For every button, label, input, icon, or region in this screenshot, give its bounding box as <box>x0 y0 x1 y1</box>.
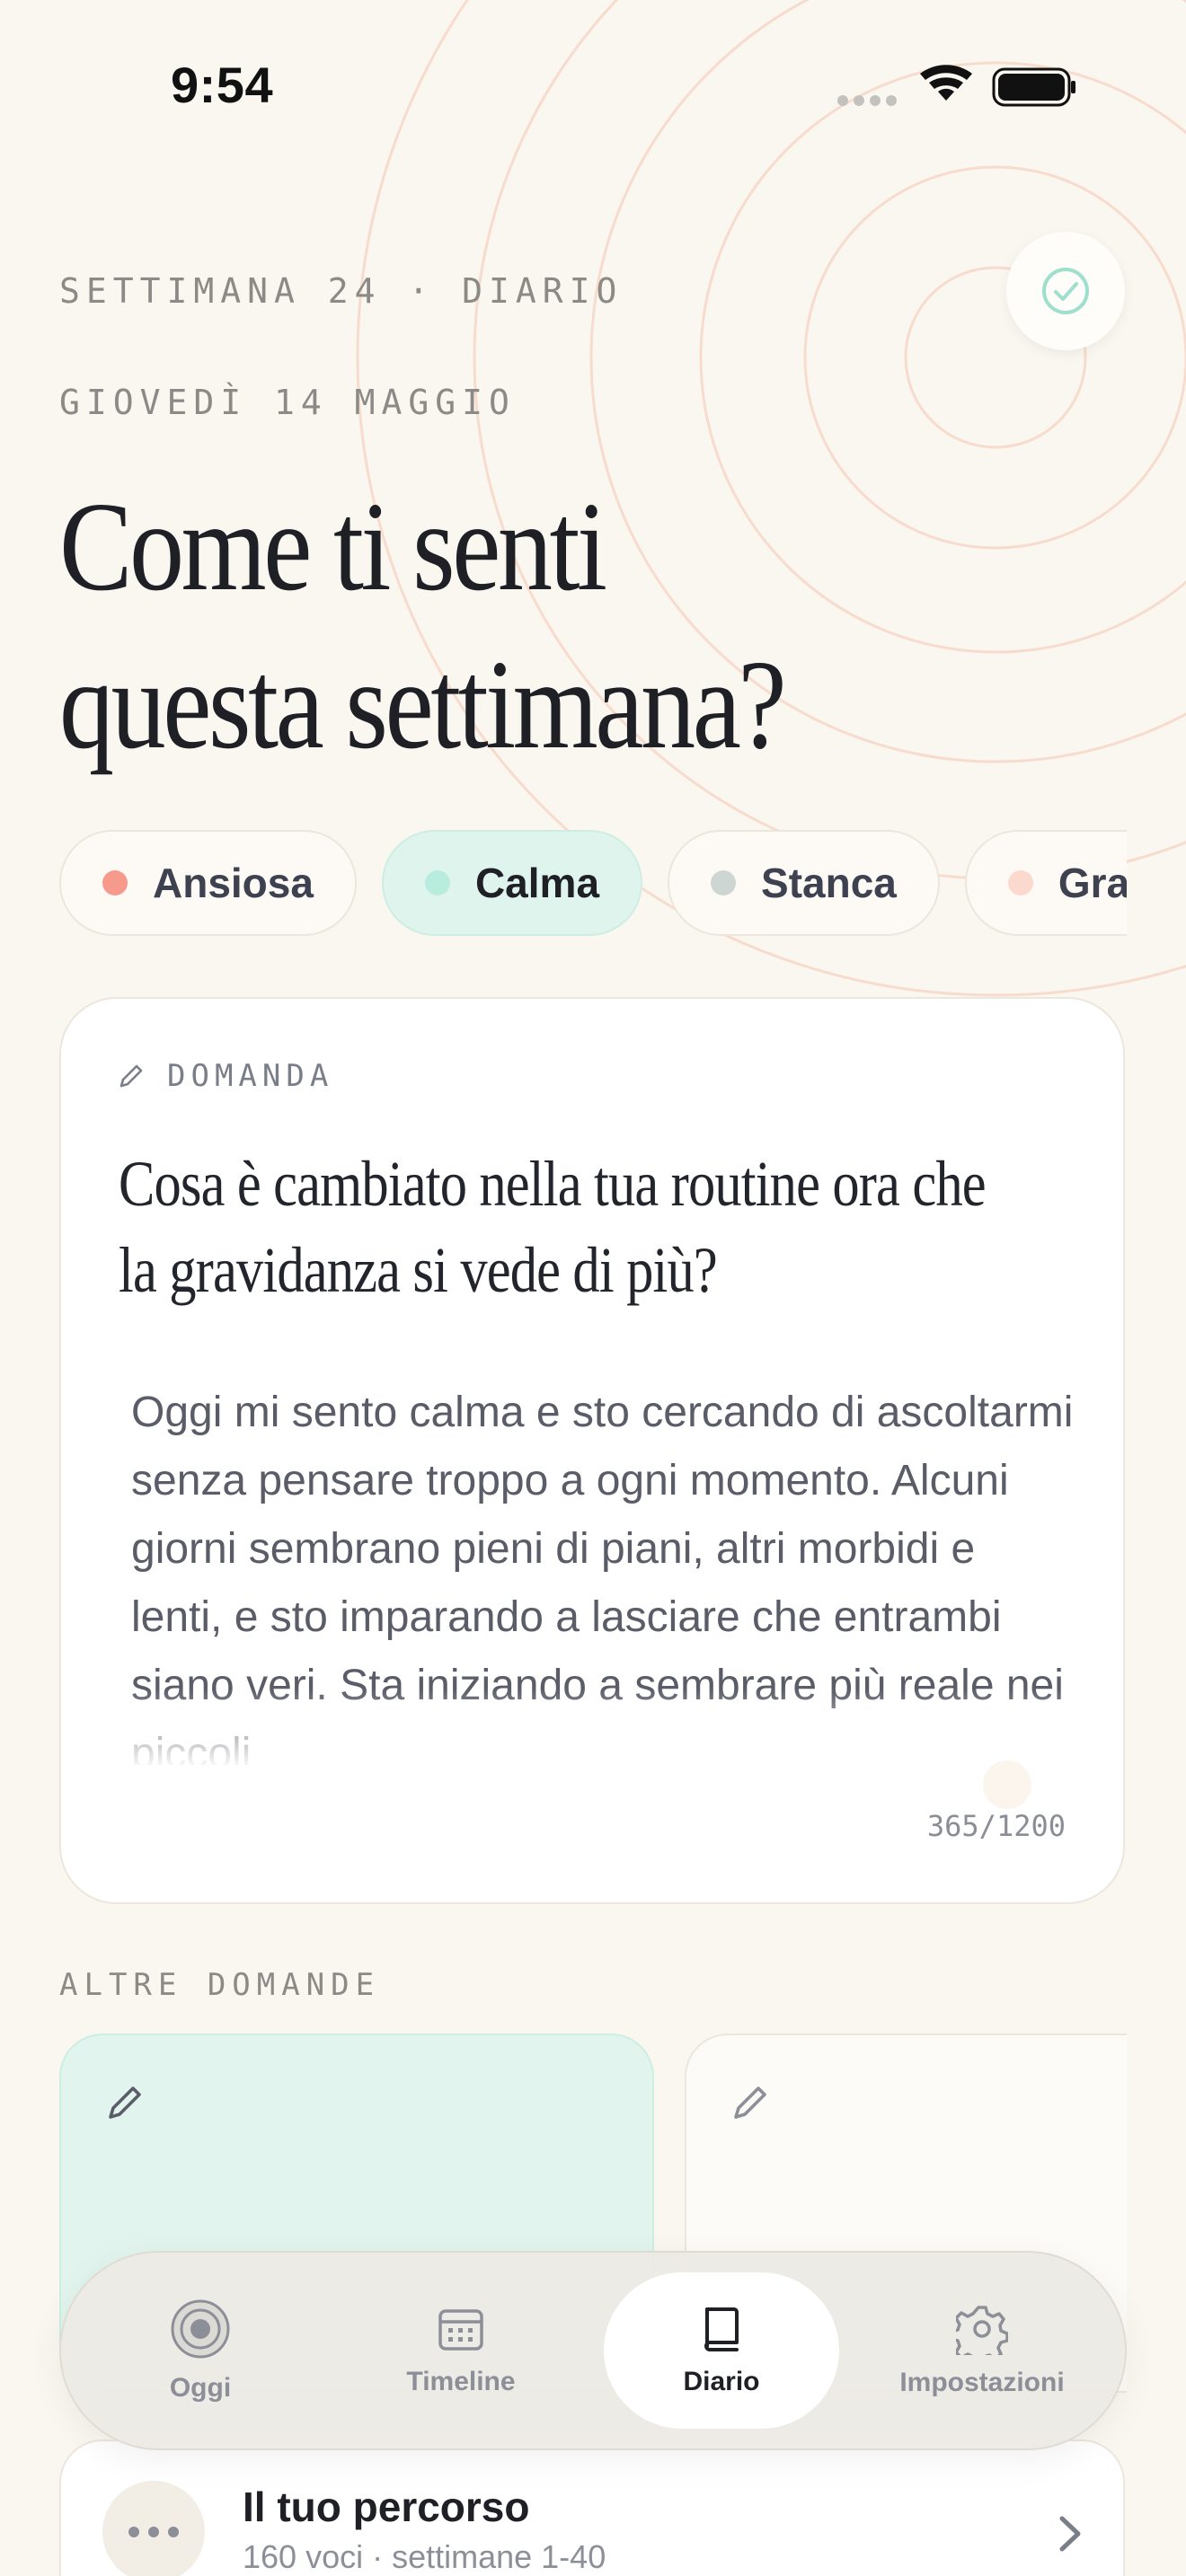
week-label: SETTIMANA 24 · DIARIO <box>59 271 624 311</box>
mood-chip-grat[interactable]: Grat <box>964 830 1127 936</box>
mood-chip-stanca[interactable]: Stanca <box>668 830 940 936</box>
wifi-icon <box>920 65 972 101</box>
status-icons <box>837 65 1075 107</box>
pencil-icon <box>734 2086 766 2119</box>
title-line-1: Come ti senti <box>59 475 607 617</box>
more-dots-icon <box>128 2527 179 2537</box>
mood-label: Ansiosa <box>153 860 314 906</box>
mood-label: Grat <box>1058 860 1127 906</box>
mood-chip-ansiosa[interactable]: Ansiosa <box>59 830 357 936</box>
calendar-icon <box>438 2309 483 2351</box>
date-label: GIOVEDÌ 14 MAGGIO <box>59 383 516 422</box>
cellular-signal-icon <box>837 95 897 106</box>
character-counter: 365/1200 <box>926 1809 1066 1843</box>
gear-icon <box>956 2306 1008 2355</box>
edge-clip <box>1127 1976 1186 2576</box>
status-time: 9:54 <box>171 57 274 113</box>
answer-fade <box>63 1689 1114 1769</box>
mood-label: Stanca <box>761 860 897 906</box>
battery-icon <box>992 67 1075 107</box>
page-title: Come ti senti questa settimana? <box>59 467 832 783</box>
chevron-right-icon <box>1059 2516 1081 2552</box>
mood-dot <box>1007 870 1033 895</box>
title-line-2: questa settimana? <box>59 633 787 775</box>
tab-oggi[interactable]: Oggi <box>83 2272 318 2429</box>
tab-label: Oggi <box>169 2373 232 2403</box>
other-questions-label: ALTRE DOMANDE <box>59 1967 381 2003</box>
tab-label: Impostazioni <box>899 2368 1065 2397</box>
journey-title: Il tuo percorso <box>243 2483 530 2530</box>
question-text: Cosa è cambiato nella tua routine ora ch… <box>119 1148 987 1306</box>
mood-dot <box>102 870 128 895</box>
tab-diario[interactable]: Diario <box>604 2272 839 2429</box>
journey-subtitle: 160 voci · settimane 1-40 <box>243 2538 606 2575</box>
tab-timeline[interactable]: Timeline <box>343 2272 579 2429</box>
tab-label: Diario <box>683 2367 760 2396</box>
target-icon <box>171 2299 230 2359</box>
mood-label: Calma <box>474 860 600 906</box>
question-label-text: DOMANDA <box>167 1058 334 1094</box>
scroll-indicator <box>983 1760 1031 1809</box>
mood-dot <box>424 870 450 895</box>
tab-impostazioni[interactable]: Impostazioni <box>864 2272 1100 2429</box>
mood-dot <box>711 870 737 895</box>
tab-label: Timeline <box>406 2367 516 2396</box>
mood-chip-calma[interactable]: Calma <box>381 830 643 936</box>
mood-chips: Ansiosa Calma Stanca Grat <box>59 830 1127 941</box>
pencil-icon <box>119 1064 143 1088</box>
journey-avatar <box>102 2481 205 2576</box>
book-icon <box>704 2307 739 2351</box>
question-card-label: DOMANDA <box>117 1058 333 1094</box>
check-circle-icon <box>1042 268 1089 314</box>
save-check-button[interactable] <box>1006 232 1125 350</box>
pencil-icon <box>109 2086 141 2119</box>
